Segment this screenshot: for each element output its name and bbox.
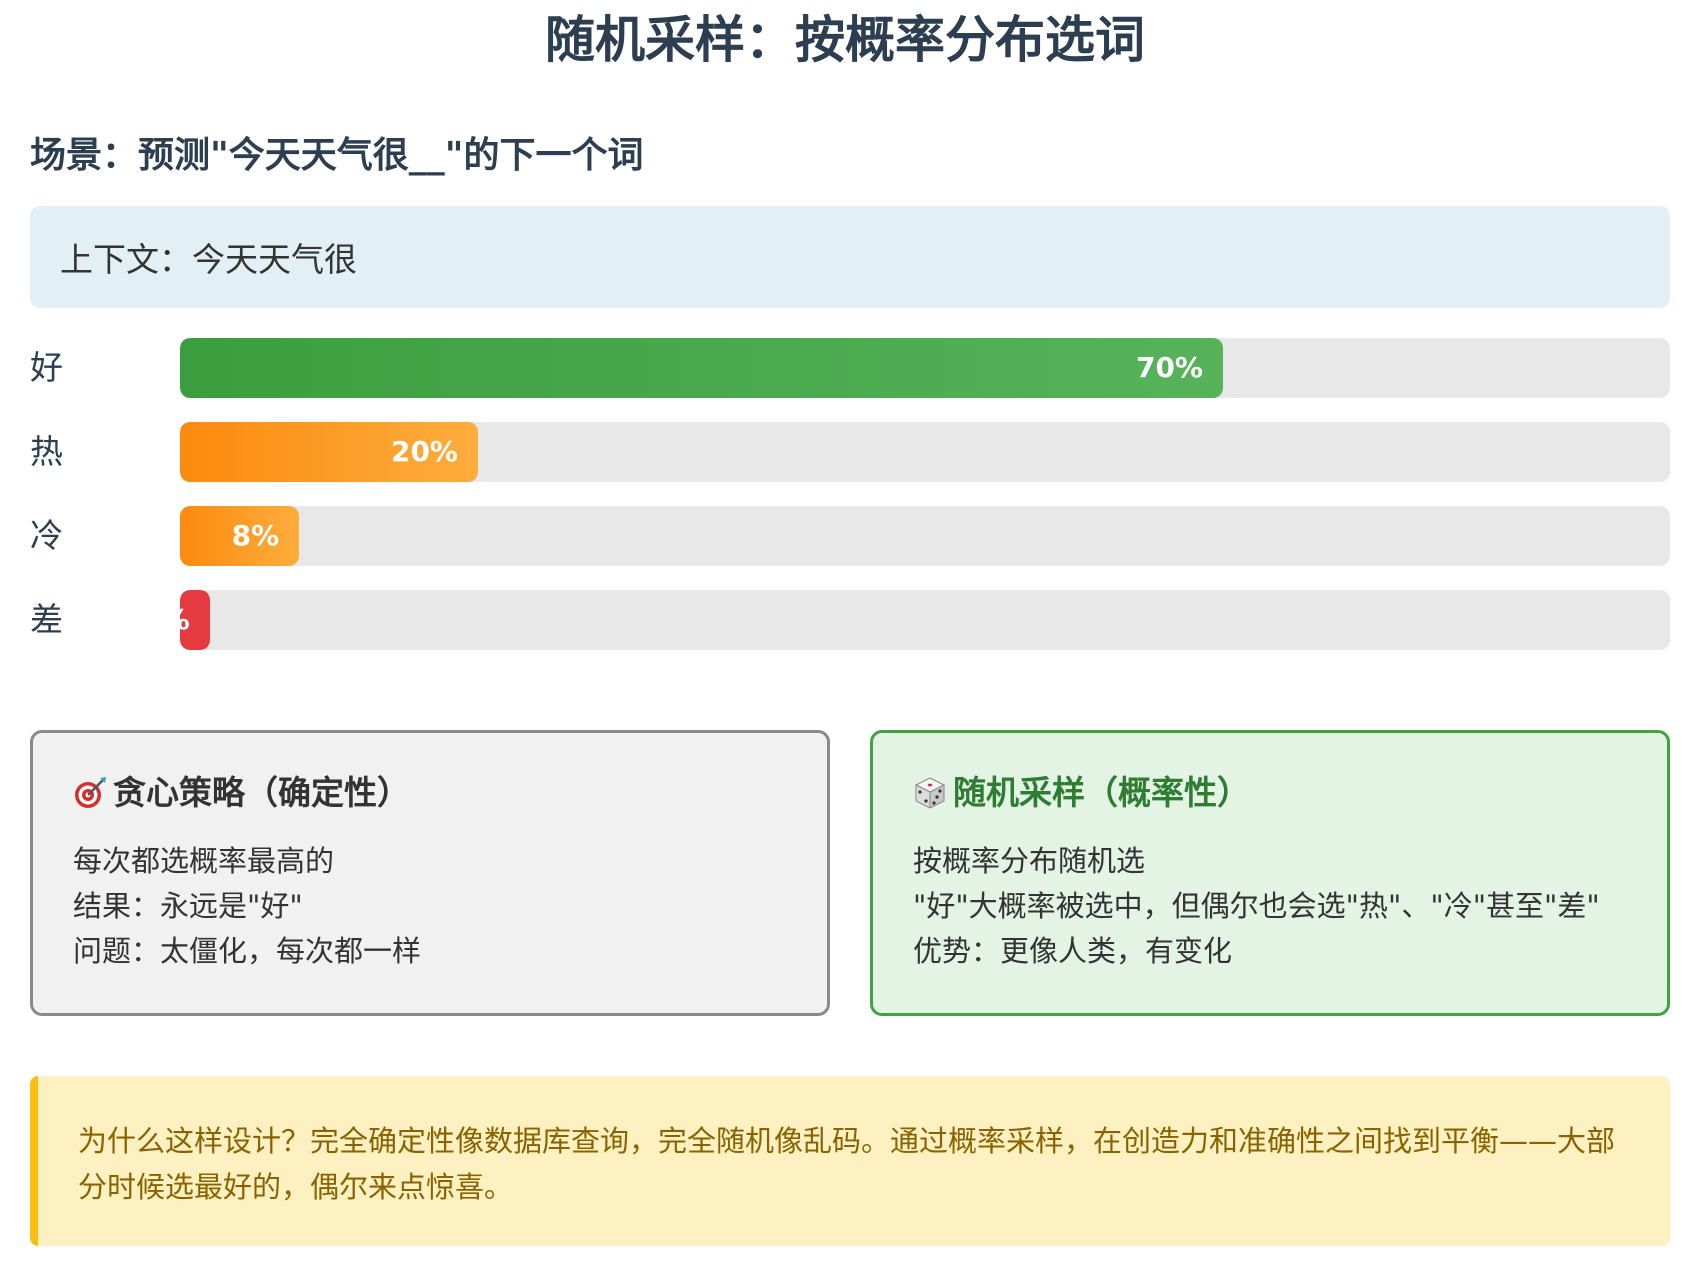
bar-track: 2% — [180, 590, 1670, 650]
random-card-title-text: 随机采样（概率性） — [953, 773, 1250, 812]
note-text: 为什么这样设计？完全确定性像数据库查询，完全随机像乱码。通过概率采样，在创造力和… — [78, 1124, 1616, 1204]
random-sampling-card: 随机采样（概率性） 按概率分布随机选 "好"大概率被选中，但偶尔也会选"热"、"… — [870, 730, 1670, 1016]
bar-word: 好 — [30, 348, 63, 387]
greedy-card-line: 结果：永远是"好" — [73, 889, 303, 923]
bar-track: 70% — [180, 338, 1670, 398]
greedy-card-line: 每次都选概率最高的 — [73, 844, 335, 878]
bar-row-cha: 差 2% — [30, 590, 1670, 650]
page: 随机采样：按概率分布选词 场景：预测"今天天气很__"的下一个词 上下文：今天天… — [0, 0, 1690, 1270]
design-rationale-note: 为什么这样设计？完全确定性像数据库查询，完全随机像乱码。通过概率采样，在创造力和… — [30, 1076, 1670, 1246]
bar-fill: 20% — [180, 422, 478, 482]
random-card-line: 按概率分布随机选 — [913, 844, 1146, 878]
bar-row-re: 热 20% — [30, 422, 1670, 482]
greedy-card-line: 问题：太僵化，每次都一样 — [73, 934, 422, 968]
dice-icon — [913, 776, 947, 810]
bar-fill: 2% — [180, 590, 210, 650]
bar-word: 冷 — [30, 516, 63, 555]
bar-track: 8% — [180, 506, 1670, 566]
bar-track: 20% — [180, 422, 1670, 482]
context-text: 上下文：今天天气很 — [60, 240, 357, 279]
bar-fill: 8% — [180, 506, 300, 566]
bar-word: 热 — [30, 432, 63, 471]
bar-fill: 70% — [180, 338, 1223, 398]
bar-percentage: 20% — [390, 435, 458, 468]
bar-percentage: 70% — [1135, 351, 1203, 384]
bar-percentage: 8% — [231, 519, 280, 552]
context-box: 上下文：今天天气很 — [30, 206, 1670, 308]
greedy-card-title: 贪心策略（确定性） — [73, 773, 787, 813]
bar-percentage: 2% — [180, 590, 190, 650]
random-card-line: "好"大概率被选中，但偶尔也会选"热"、"冷"甚至"差" — [913, 889, 1600, 923]
dart-target-icon — [73, 776, 107, 810]
bar-word: 差 — [30, 600, 63, 639]
scenario-heading: 场景：预测"今天天气很__"的下一个词 — [30, 135, 644, 176]
greedy-card-title-text: 贪心策略（确定性） — [113, 773, 410, 812]
greedy-strategy-card: 贪心策略（确定性） 每次都选概率最高的 结果：永远是"好" 问题：太僵化，每次都… — [30, 730, 830, 1016]
random-card-line: 优势：更像人类，有变化 — [913, 934, 1233, 968]
probability-bars: 好 70% 热 20% 冷 8% 差 — [30, 338, 1670, 674]
bar-row-leng: 冷 8% — [30, 506, 1670, 566]
bar-row-hao: 好 70% — [30, 338, 1670, 398]
page-title: 随机采样：按概率分布选词 — [545, 11, 1145, 69]
random-card-title: 随机采样（概率性） — [913, 773, 1627, 813]
